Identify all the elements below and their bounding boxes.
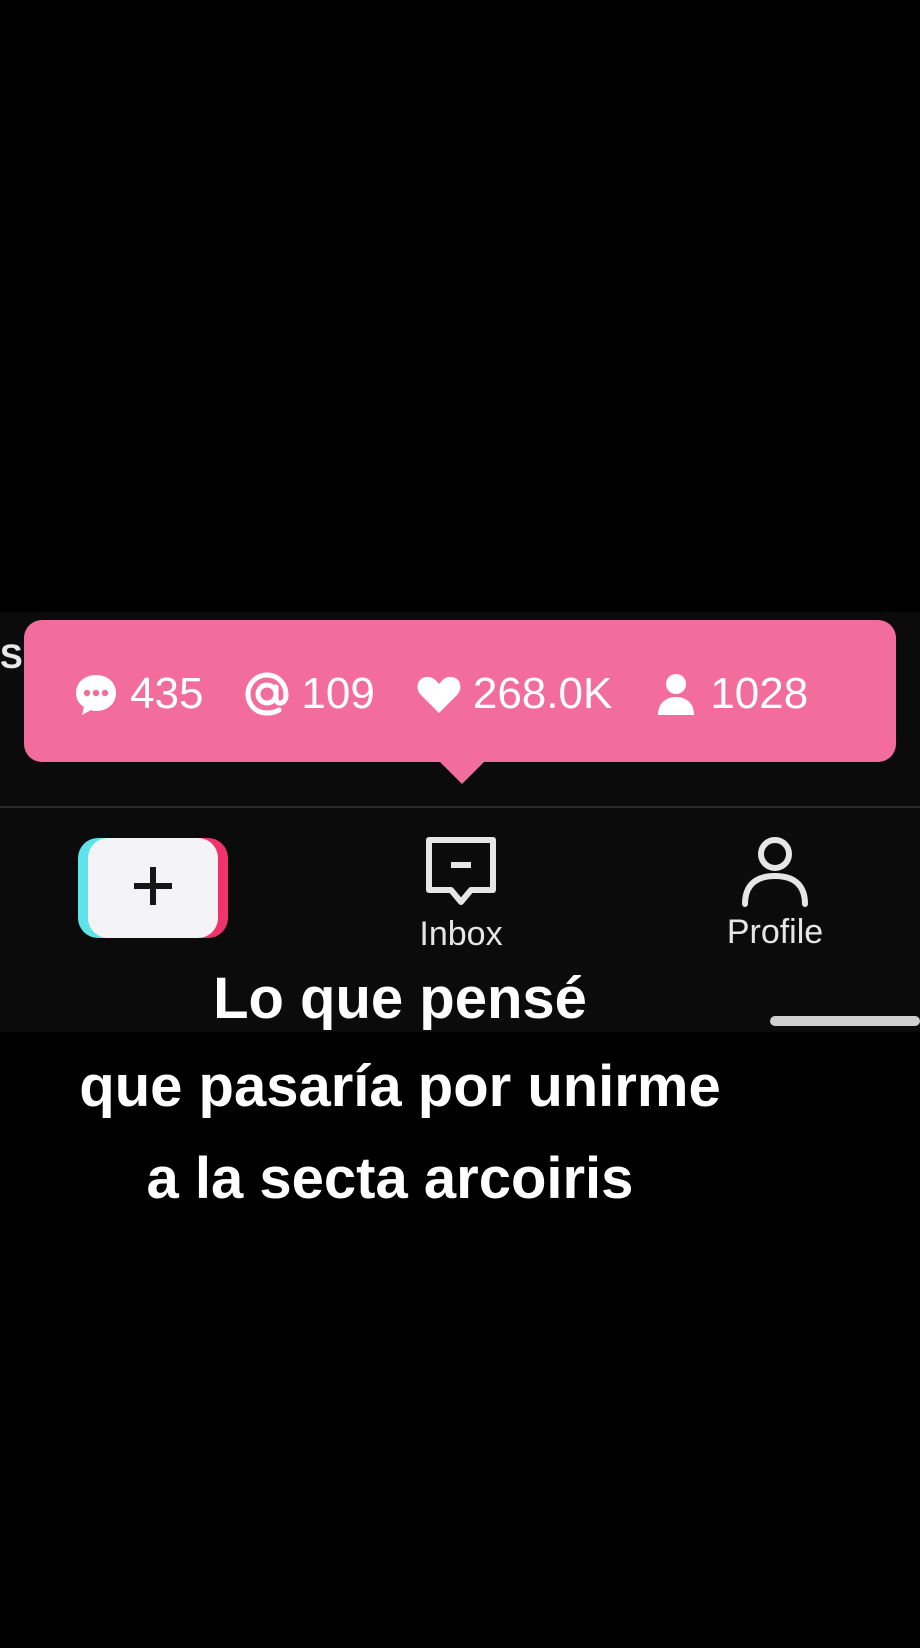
comment-icon <box>70 668 122 720</box>
plus-icon <box>128 861 178 916</box>
person-icon <box>650 668 702 720</box>
nav-profile-label: Profile <box>726 913 824 951</box>
cropped-letter: S <box>0 638 23 676</box>
mentions-count: 109 <box>301 669 375 718</box>
likes-count: 268.0K <box>472 669 613 718</box>
nav-divider <box>0 806 920 808</box>
tooltip-pointer <box>438 760 486 784</box>
comments-count: 435 <box>130 669 204 718</box>
profile-icon <box>737 837 813 912</box>
mention-icon <box>241 668 293 720</box>
comments-stat: 435 <box>70 668 203 720</box>
followers-stat: 1028 <box>650 668 808 720</box>
followers-count: 1028 <box>710 669 809 718</box>
caption-line-2: que pasaría por unirme <box>79 1054 721 1119</box>
likes-stat: 268.0K <box>413 668 612 720</box>
caption-line-3: a la secta arcoiris <box>146 1146 634 1211</box>
caption-line-1: Lo que pensé <box>213 966 587 1031</box>
nav-inbox[interactable]: Inbox <box>396 834 526 954</box>
inbox-icon <box>423 837 499 914</box>
create-button-face <box>88 838 218 938</box>
mentions-stat: 109 <box>241 668 375 720</box>
create-button[interactable] <box>78 838 228 938</box>
nav-inbox-label: Inbox <box>419 915 503 953</box>
activity-stats: 435 109 268.0K 1028 <box>70 668 808 720</box>
heart-icon <box>413 668 465 720</box>
nav-profile[interactable]: Profile <box>700 832 850 952</box>
